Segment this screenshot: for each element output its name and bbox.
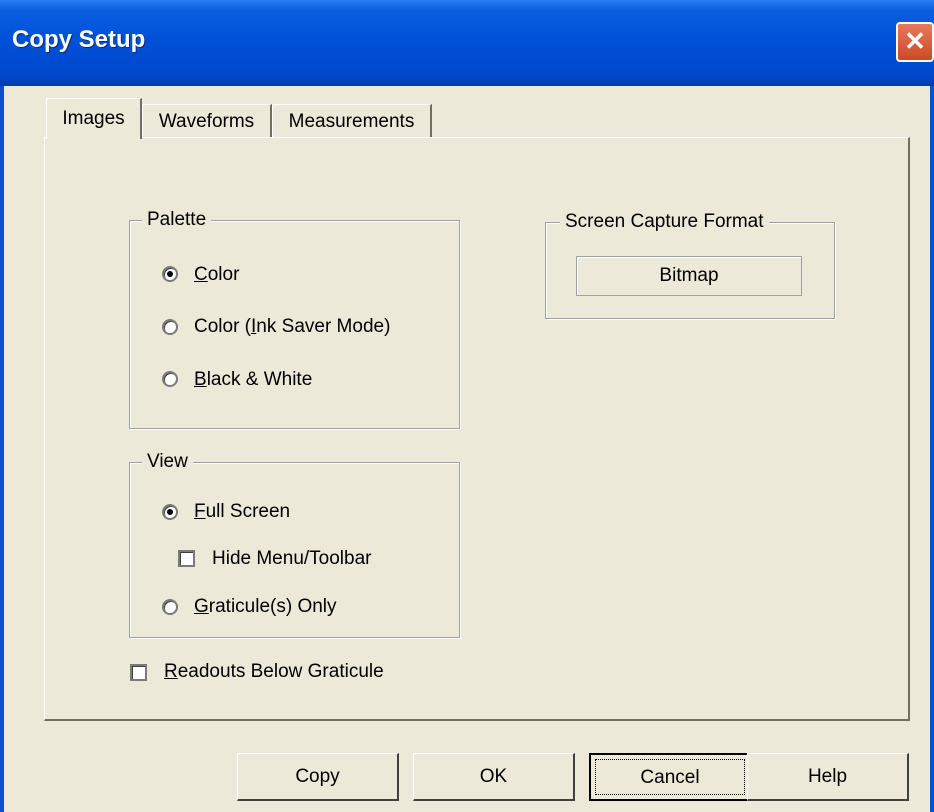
readouts-below-graticule-label[interactable]: Readouts Below Graticule <box>164 661 384 683</box>
tab-images[interactable]: Images <box>46 98 142 139</box>
palette-ink-saver-radio[interactable] <box>162 319 178 335</box>
hide-menu-toolbar-label[interactable]: Hide Menu/Toolbar <box>212 548 371 570</box>
view-full-screen-label[interactable]: Full Screen <box>194 501 290 523</box>
tab-waveforms[interactable]: Waveforms <box>142 104 272 138</box>
palette-color-label[interactable]: Color <box>194 264 239 286</box>
screen-capture-format-button[interactable]: Bitmap <box>576 256 802 296</box>
palette-legend: Palette <box>142 209 212 231</box>
window-frame-right <box>930 86 934 812</box>
view-full-screen-radio[interactable] <box>162 504 178 520</box>
hide-menu-toolbar-checkbox[interactable] <box>178 550 195 567</box>
title-bar: Copy Setup ✕ <box>0 0 934 86</box>
cancel-button[interactable]: Cancel <box>589 753 751 801</box>
view-graticule-label[interactable]: Graticule(s) Only <box>194 596 337 618</box>
ok-button[interactable]: OK <box>413 753 575 801</box>
palette-color-radio[interactable] <box>162 266 178 282</box>
view-graticule-radio[interactable] <box>162 599 178 615</box>
palette-bw-label[interactable]: Black & White <box>194 369 312 391</box>
palette-ink-saver-label[interactable]: Color (Ink Saver Mode) <box>194 316 390 338</box>
view-legend: View <box>142 451 193 473</box>
readouts-below-graticule-checkbox[interactable] <box>130 664 147 681</box>
palette-bw-radio[interactable] <box>162 371 178 387</box>
focus-ring <box>595 759 745 795</box>
tab-measurements[interactable]: Measurements <box>272 104 432 138</box>
screen-capture-legend: Screen Capture Format <box>560 211 769 233</box>
help-button[interactable]: Help <box>747 753 909 801</box>
copy-button[interactable]: Copy <box>237 753 399 801</box>
window-frame-left <box>0 86 4 812</box>
close-icon[interactable]: ✕ <box>896 22 934 62</box>
window-title: Copy Setup <box>12 26 146 53</box>
